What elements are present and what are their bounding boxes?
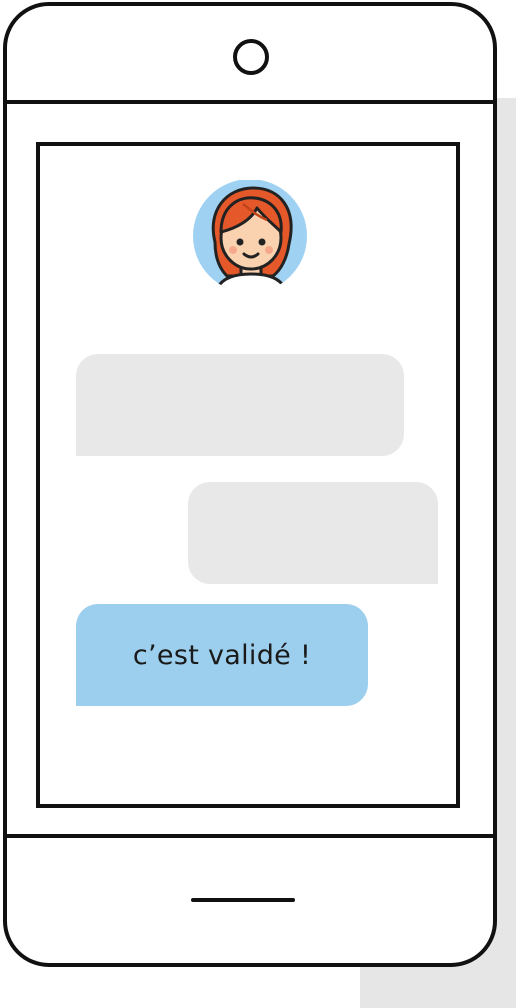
message-bubble-received-placeholder — [76, 354, 404, 456]
message-bubble-sent-placeholder — [188, 482, 438, 584]
message-bubble-highlight: c’est validé ! — [76, 604, 368, 706]
phone-top-divider — [7, 100, 493, 104]
message-text: c’est validé ! — [132, 639, 312, 671]
home-indicator[interactable] — [191, 898, 295, 902]
camera-icon — [233, 39, 269, 75]
contact-avatar[interactable] — [193, 179, 309, 293]
phone-bottom-divider — [7, 834, 493, 838]
woman-redhead-avatar-icon — [193, 179, 307, 293]
